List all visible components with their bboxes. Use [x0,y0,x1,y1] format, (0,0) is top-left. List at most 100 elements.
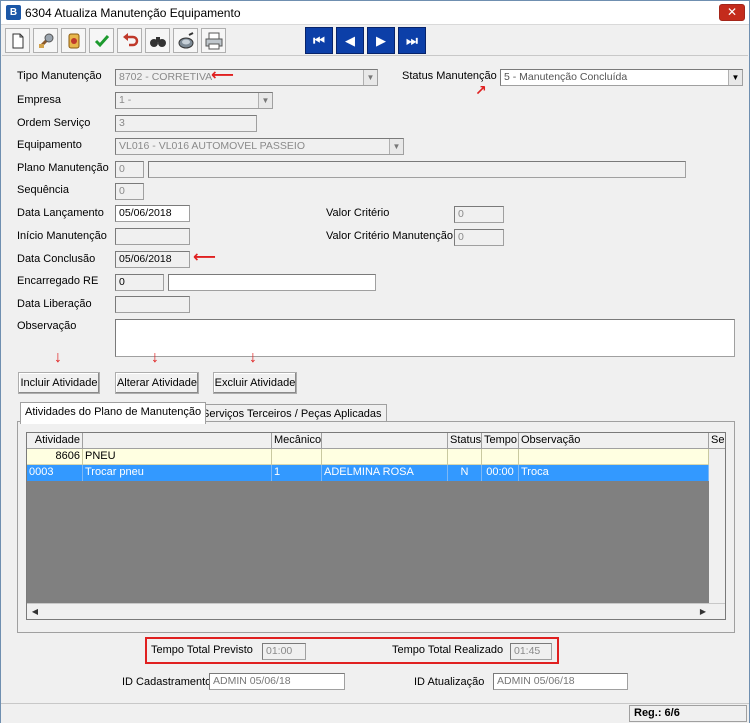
cell-observacao [519,449,709,465]
data-liberacao-label: Data Liberação [17,298,92,310]
id-atualizacao-field: ADMIN 05/06/18 [493,673,628,690]
horizontal-scrollbar[interactable]: ◀ ▶ [27,603,725,619]
status-bar: Reg.: 6/6 [1,703,749,723]
table-row-selected[interactable]: 0003 Trocar pneu 1 ADELMINA ROSA N 00:00… [27,465,725,481]
main-window: B 6304 Atualiza Manutenção Equipamento ✕ [0,0,750,723]
first-record-button[interactable]: ⏮ [305,27,333,54]
plano-manutencao-desc [148,161,686,178]
grid-header: Atividade Mecânico Status Tempo Observaç… [27,433,725,449]
cell-mecanico-nome: ADELMINA ROSA [322,465,448,481]
tab-panel: Atividade Mecânico Status Tempo Observaç… [17,421,735,633]
empresa-combo[interactable]: 1 - ▼ [115,92,273,109]
scroll-right-icon[interactable]: ▶ [695,604,711,619]
activities-grid[interactable]: Atividade Mecânico Status Tempo Observaç… [26,432,726,620]
search-binoculars-icon[interactable] [145,28,170,53]
encarregado-label: Encarregado RE [17,275,99,287]
sequencia-field: 0 [115,183,144,200]
data-lancamento-label: Data Lançamento [17,207,104,219]
tempo-total-previsto-field: 01:00 [262,643,306,660]
cell-mecanico-nome [322,449,448,465]
empresa-label: Empresa [17,94,62,106]
alterar-atividade-button[interactable]: Alterar Atividade [115,372,199,394]
column-header[interactable]: Mecânico [272,433,322,449]
title-bar: B 6304 Atualiza Manutenção Equipamento ✕ [1,1,749,25]
annotation-arrow-icon: ↓ [151,349,159,366]
tipo-manutencao-combo[interactable]: 8702 - CORRETIVA ▼ [115,69,378,86]
table-row[interactable]: 8606 PNEU [27,449,725,465]
annotation-arrow-icon: ↓ [54,349,62,366]
previous-icon: ◀ [345,32,355,48]
annotation-arrow-icon: ⟵ [193,249,216,266]
cell-observacao: Troca [519,465,709,481]
status-manutencao-combo[interactable]: 5 - Manutenção Concluída ▼ [500,69,743,86]
inicio-manutencao-field [115,228,190,245]
status-manutencao-value: 5 - Manutenção Concluída [504,71,628,83]
valor-criterio-field: 0 [454,206,504,223]
print-icon[interactable] [201,28,226,53]
encarregado-re-field[interactable]: 0 [115,274,164,291]
chevron-down-icon[interactable]: ▼ [728,70,742,85]
tab-atividades-plano[interactable]: Atividades do Plano de Manutenção [20,402,207,424]
observacao-label: Observação [17,320,77,332]
equipamento-label: Equipamento [17,139,82,151]
tipo-manutencao-value: 8702 - CORRETIVA [119,71,213,83]
cell-status [448,449,482,465]
cell-tempo [482,449,519,465]
equipamento-value: VL016 - VL016 AUTOMOVEL PASSEIO [119,140,305,152]
column-header[interactable] [83,433,272,449]
id-cadastramento-field: ADMIN 05/06/18 [209,673,345,690]
annotation-arrow-icon: ↗ [475,82,487,98]
id-cadastramento-label: ID Cadastramento [122,676,212,688]
cell-atividade: 8606 [27,449,83,465]
data-lancamento-field[interactable]: 05/06/2018 [115,205,190,222]
tempo-total-previsto-label: Tempo Total Previsto [151,644,253,656]
column-header[interactable]: Tempo [482,433,519,449]
previous-record-button[interactable]: ◀ [336,27,364,54]
ordem-servico-field: 3 [115,115,257,132]
record-counter: Reg.: 6/6 [629,705,747,722]
chevron-down-icon[interactable]: ▼ [363,70,377,85]
column-header[interactable]: Atividade [27,433,83,449]
excluir-atividade-button[interactable]: Excluir Atividade [213,372,297,394]
incluir-atividade-button[interactable]: Incluir Atividade [18,372,100,394]
first-icon: ⏮ [313,32,325,48]
data-liberacao-field [115,296,190,313]
valor-criterio-manutencao-label: Valor Critério Manutenção [326,230,453,242]
empresa-value: 1 - [119,94,132,106]
annotation-arrow-icon: ⟵ [211,67,234,84]
column-header[interactable]: Seq [709,433,725,449]
tools-icon[interactable] [33,28,58,53]
next-record-button[interactable]: ▶ [367,27,395,54]
status-manutencao-label: Status Manutenção [402,70,497,82]
column-header[interactable] [322,433,448,449]
cell-descricao: Trocar pneu [83,465,272,481]
vertical-scrollbar[interactable] [709,449,725,604]
observacao-textarea[interactable] [115,319,735,357]
plano-manutencao-code: 0 [115,161,144,178]
column-header[interactable]: Status [448,433,482,449]
column-header[interactable]: Observação [519,433,709,449]
close-button[interactable]: ✕ [719,4,745,21]
window-title: 6304 Atualiza Manutenção Equipamento [25,6,241,20]
new-document-icon[interactable] [5,28,30,53]
scroll-left-icon[interactable]: ◀ [27,604,43,619]
id-atualizacao-label: ID Atualização [414,676,485,688]
tempo-total-realizado-label: Tempo Total Realizado [392,644,504,656]
data-conclusao-label: Data Conclusão [17,253,96,265]
settings-icon[interactable] [61,28,86,53]
undo-icon[interactable] [117,28,142,53]
last-icon: ⏭ [406,32,418,48]
toolbar: ⏮ ◀ ▶ ⏭ [2,26,748,56]
chevron-down-icon[interactable]: ▼ [389,139,403,154]
confirm-check-icon[interactable] [89,28,114,53]
tempo-total-realizado-field: 01:45 [510,643,552,660]
equipamento-combo[interactable]: VL016 - VL016 AUTOMOVEL PASSEIO ▼ [115,138,404,155]
sequencia-label: Sequência [17,184,69,196]
app-icon: B [6,5,21,20]
chevron-down-icon[interactable]: ▼ [258,93,272,108]
next-icon: ▶ [376,32,386,48]
cell-atividade: 0003 [27,465,83,481]
erase-icon[interactable] [173,28,198,53]
encarregado-name-field[interactable] [168,274,376,291]
last-record-button[interactable]: ⏭ [398,27,426,54]
